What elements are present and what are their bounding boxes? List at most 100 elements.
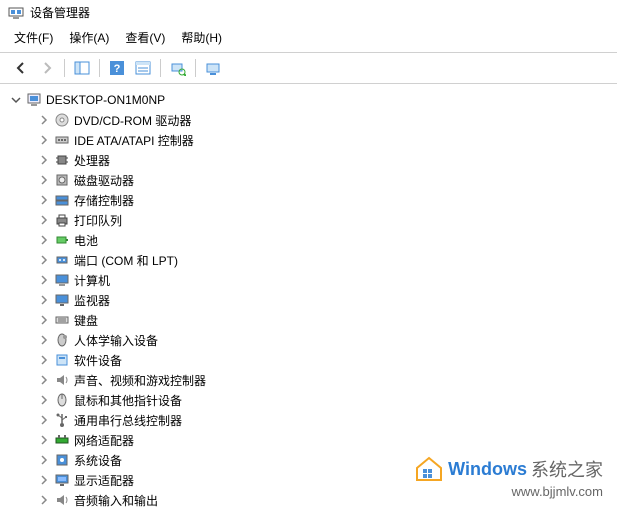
toolbar-separator [64, 59, 65, 77]
menu-view[interactable]: 查看(V) [125, 29, 165, 46]
chevron-right-icon[interactable] [38, 174, 50, 186]
chevron-right-icon[interactable] [38, 294, 50, 306]
tree-item-label: 端口 (COM 和 LPT) [74, 252, 178, 269]
menu-help[interactable]: 帮助(H) [181, 29, 222, 46]
toolbar-separator [160, 59, 161, 77]
watermark-url: www.bjjmlv.com [414, 484, 603, 499]
tree-item[interactable]: 存储控制器 [10, 190, 607, 210]
chevron-right-icon[interactable] [38, 434, 50, 446]
chevron-right-icon[interactable] [38, 394, 50, 406]
tree-item[interactable]: DVD/CD-ROM 驱动器 [10, 110, 607, 130]
tree-item[interactable]: 鼠标和其他指针设备 [10, 390, 607, 410]
tree-item-label: IDE ATA/ATAPI 控制器 [74, 132, 194, 149]
tree-item[interactable]: 计算机 [10, 270, 607, 290]
root-label: DESKTOP-ON1M0NP [46, 93, 165, 107]
toolbar-separator [195, 59, 196, 77]
port-icon [54, 252, 70, 268]
watermark-brand: Windows [448, 459, 527, 480]
chevron-right-icon[interactable] [38, 194, 50, 206]
tree-item-label: 键盘 [74, 312, 98, 329]
chevron-right-icon[interactable] [38, 494, 50, 506]
chevron-right-icon[interactable] [38, 354, 50, 366]
show-hidden-button[interactable] [202, 57, 224, 79]
cpu-icon [54, 152, 70, 168]
chevron-right-icon[interactable] [38, 254, 50, 266]
tree-item-label: 系统设备 [74, 452, 122, 469]
watermark-suffix: 系统之家 [531, 456, 603, 482]
chevron-right-icon[interactable] [38, 334, 50, 346]
disc-icon [54, 112, 70, 128]
properties-button[interactable] [132, 57, 154, 79]
tree-item[interactable]: 键盘 [10, 310, 607, 330]
svg-text:?: ? [114, 63, 121, 75]
forward-button[interactable] [36, 57, 58, 79]
scan-hardware-button[interactable] [167, 57, 189, 79]
tree-item[interactable]: 端口 (COM 和 LPT) [10, 250, 607, 270]
network-icon [54, 432, 70, 448]
tree-item[interactable]: 监视器 [10, 290, 607, 310]
chevron-right-icon[interactable] [38, 274, 50, 286]
tree-item[interactable]: 声音、视频和游戏控制器 [10, 370, 607, 390]
tree-item-label: 网络适配器 [74, 432, 134, 449]
tree-item[interactable]: 网络适配器 [10, 430, 607, 450]
tree-item-label: 显示适配器 [74, 472, 134, 489]
chevron-right-icon[interactable] [38, 454, 50, 466]
menu-file[interactable]: 文件(F) [14, 29, 53, 46]
keyboard-icon [54, 312, 70, 328]
tree-item[interactable]: 磁盘驱动器 [10, 170, 607, 190]
chevron-right-icon[interactable] [38, 234, 50, 246]
disk-icon [54, 172, 70, 188]
tree-item[interactable]: 处理器 [10, 150, 607, 170]
tree-item-label: 监视器 [74, 292, 110, 309]
storage-icon [54, 192, 70, 208]
title-bar: 设备管理器 [0, 0, 617, 25]
tree-item-label: 处理器 [74, 152, 110, 169]
hid-icon [54, 332, 70, 348]
tree-item-label: 通用串行总线控制器 [74, 412, 182, 429]
chevron-right-icon[interactable] [38, 314, 50, 326]
device-manager-icon [8, 5, 24, 21]
menu-bar: 文件(F) 操作(A) 查看(V) 帮助(H) [0, 25, 617, 52]
chevron-down-icon[interactable] [10, 94, 22, 106]
chevron-right-icon[interactable] [38, 134, 50, 146]
window-title: 设备管理器 [30, 4, 90, 21]
chevron-right-icon[interactable] [38, 154, 50, 166]
tree-item-label: 磁盘驱动器 [74, 172, 134, 189]
tree-item[interactable]: 软件设备 [10, 350, 607, 370]
chevron-right-icon[interactable] [38, 374, 50, 386]
menu-action[interactable]: 操作(A) [69, 29, 109, 46]
software-icon [54, 352, 70, 368]
chevron-right-icon[interactable] [38, 414, 50, 426]
tree-item-label: 软件设备 [74, 352, 122, 369]
tree-item[interactable]: 人体学输入设备 [10, 330, 607, 350]
watermark: Windows 系统之家 www.bjjmlv.com [414, 456, 603, 499]
tree-item[interactable]: 打印队列 [10, 210, 607, 230]
toolbar: ? [0, 53, 617, 83]
tree-item-label: 人体学输入设备 [74, 332, 158, 349]
tree-item-label: 音频输入和输出 [74, 492, 158, 509]
audio-icon [54, 492, 70, 508]
monitor-icon [54, 292, 70, 308]
battery-icon [54, 232, 70, 248]
tree-item-label: 存储控制器 [74, 192, 134, 209]
chevron-right-icon[interactable] [38, 474, 50, 486]
back-button[interactable] [10, 57, 32, 79]
house-icon [414, 456, 444, 482]
tree-item[interactable]: 电池 [10, 230, 607, 250]
chevron-right-icon[interactable] [38, 214, 50, 226]
computer-icon [54, 272, 70, 288]
usb-icon [54, 412, 70, 428]
tree-item-label: 计算机 [74, 272, 110, 289]
tree-item[interactable]: 通用串行总线控制器 [10, 410, 607, 430]
sound-icon [54, 372, 70, 388]
ide-icon [54, 132, 70, 148]
display-icon [54, 472, 70, 488]
chevron-right-icon[interactable] [38, 114, 50, 126]
printer-icon [54, 212, 70, 228]
tree-root[interactable]: DESKTOP-ON1M0NP [10, 90, 607, 110]
show-panel-button[interactable] [71, 57, 93, 79]
help-button[interactable]: ? [106, 57, 128, 79]
system-icon [54, 452, 70, 468]
tree-item-label: 打印队列 [74, 212, 122, 229]
tree-item[interactable]: IDE ATA/ATAPI 控制器 [10, 130, 607, 150]
